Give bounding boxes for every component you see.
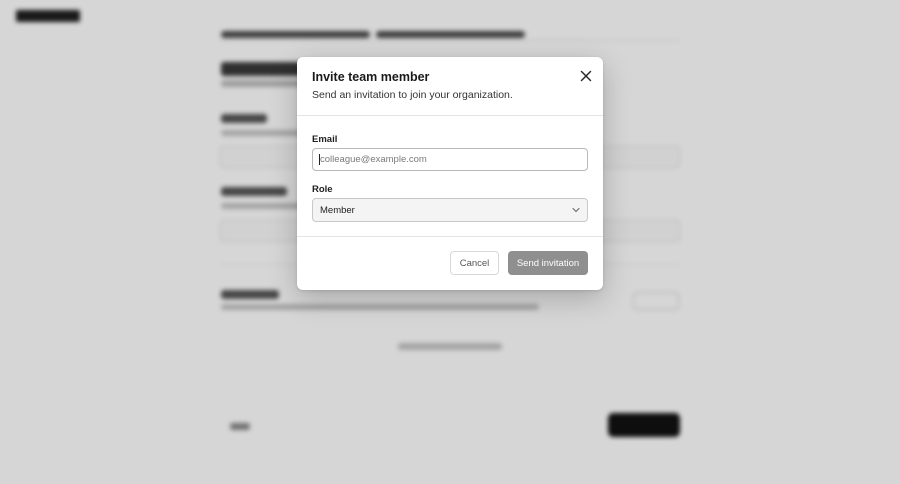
role-selected-value: Member	[320, 205, 355, 216]
invite-dialog: Invite team member Send an invitation to…	[297, 57, 603, 290]
dialog-header: Invite team member Send an invitation to…	[297, 57, 603, 116]
send-invitation-button[interactable]: Send invitation	[508, 251, 588, 275]
role-select[interactable]: Member	[312, 198, 588, 222]
email-label: Email	[312, 134, 338, 145]
chevron-down-icon	[572, 207, 580, 213]
dialog-title: Invite team member	[312, 70, 430, 84]
close-button[interactable]	[577, 67, 595, 85]
cancel-button[interactable]: Cancel	[450, 251, 499, 275]
close-icon	[580, 70, 592, 82]
dialog-description: Send an invitation to join your organiza…	[312, 89, 513, 101]
email-input[interactable]	[312, 148, 588, 171]
dialog-footer-divider	[297, 236, 603, 237]
role-label: Role	[312, 184, 333, 195]
text-caret	[319, 154, 320, 165]
app-window: Invite team member Send an invitation to…	[0, 0, 900, 484]
